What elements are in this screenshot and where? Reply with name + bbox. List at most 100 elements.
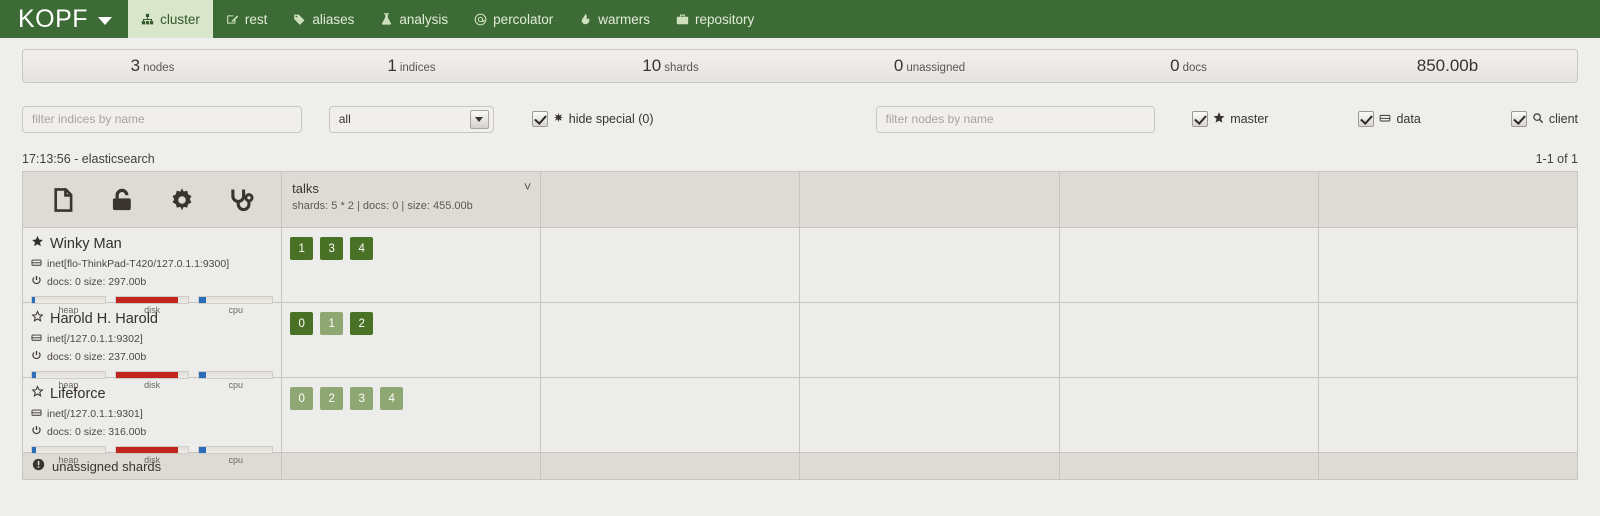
nav-tab-aliases[interactable]: aliases [280, 0, 367, 38]
power-icon[interactable] [31, 425, 42, 439]
pagination-label: 1-1 of 1 [1535, 152, 1578, 166]
index-filter-input[interactable] [22, 105, 302, 133]
database-icon [1379, 112, 1391, 127]
cluster-grid: talks shards: 5 * 2 | docs: 0 | size: 455… [21, 171, 1579, 480]
cluster-stat-docs: 0 docs [1059, 56, 1318, 76]
shard-box[interactable]: 3 [320, 237, 344, 260]
stat-value: 850.00b [1416, 56, 1479, 75]
nav-tab-rest[interactable]: rest [213, 0, 281, 38]
brand-label: KOPF [18, 4, 89, 33]
new-index-icon[interactable] [50, 187, 76, 213]
shard-box[interactable]: 4 [350, 237, 374, 260]
asterisk-icon [553, 112, 564, 126]
at-icon [474, 13, 487, 26]
hide-special-label: hide special (0) [568, 112, 654, 126]
data-label: data [1396, 112, 1421, 126]
empty-shards-cell [799, 377, 1060, 453]
empty-shards-cell [1058, 377, 1319, 453]
nav-tab-label: cluster [160, 11, 200, 27]
master-label: master [1230, 112, 1269, 126]
shard-box[interactable]: 1 [320, 312, 344, 335]
nav-tab-cluster[interactable]: cluster [128, 0, 213, 38]
empty-shards-cell [540, 302, 801, 378]
empty-index-header-cell [1058, 171, 1319, 228]
chevron-down-icon[interactable] [469, 109, 489, 129]
node-metric-cpu: cpu [198, 371, 274, 390]
stat-value: 1 [387, 56, 397, 75]
unassigned-empty-cell [1317, 452, 1579, 480]
node-name: Winky Man [50, 235, 122, 252]
node-filter-input[interactable] [875, 105, 1156, 133]
tag-icon [293, 13, 306, 26]
metric-label: cpu [228, 380, 244, 390]
client-label: client [1548, 112, 1578, 126]
empty-shards-cell [799, 227, 1060, 303]
nav-tab-label: warmers [598, 11, 650, 27]
hide-special-toggle[interactable]: hide special (0) [531, 111, 654, 127]
shard-box[interactable]: 0 [290, 312, 314, 335]
shard-box[interactable]: 2 [320, 387, 344, 410]
shard-box[interactable]: 0 [290, 387, 314, 410]
cluster-meta-row: 17:13:56 - elasticsearch 1-1 of 1 [22, 151, 1578, 167]
shard-box[interactable]: 4 [380, 387, 404, 410]
chevron-down-icon [98, 17, 113, 25]
cluster-stat-shards: 10 shards [541, 56, 800, 76]
chevron-down-icon[interactable]: ˅ [524, 180, 532, 193]
stat-value: 10 [642, 56, 662, 75]
hide-special-checkbox[interactable] [531, 111, 548, 127]
metric-label: cpu [228, 305, 244, 315]
empty-index-header-cell [799, 171, 1060, 228]
sitemap-icon [141, 13, 154, 26]
data-checkbox[interactable] [1358, 111, 1375, 127]
empty-shards-cell [1317, 227, 1579, 303]
client-checkbox[interactable] [1510, 111, 1527, 127]
database-icon [31, 407, 42, 421]
stethoscope-icon[interactable] [228, 187, 254, 213]
node-docs-size: docs: 0 size: 316.00b [47, 426, 147, 438]
brand-menu[interactable]: KOPF [0, 0, 128, 38]
nav-tab-label: repository [694, 11, 755, 27]
stat-label: shards [664, 62, 699, 74]
stat-label: indices [399, 62, 436, 74]
exclamation-circle-icon [32, 458, 45, 474]
nav-tab-analysis[interactable]: analysis [367, 0, 461, 38]
flask-icon [380, 12, 393, 26]
master-checkbox[interactable] [1192, 111, 1209, 127]
star-outline-icon [31, 310, 44, 328]
index-header-cell[interactable]: talks shards: 5 * 2 | docs: 0 | size: 455… [281, 171, 542, 228]
cluster-stat-indices: 1 indices [282, 56, 541, 76]
shard-box[interactable]: 1 [290, 237, 314, 260]
shard-box[interactable]: 2 [350, 312, 374, 335]
client-role-toggle[interactable]: client [1510, 111, 1578, 127]
nav-tab-label: aliases [312, 11, 355, 27]
nav-tab-label: analysis [399, 11, 449, 27]
node-index-shards-cell: 0234 [281, 377, 542, 453]
cluster-stat-nodes: 3 nodes [23, 56, 282, 76]
top-navbar: KOPF cluster rest aliases analysis percolato… [0, 0, 1600, 38]
fire-icon [579, 13, 592, 26]
index-name: talks [292, 181, 319, 196]
power-icon[interactable] [31, 350, 42, 364]
nav-tab-repository[interactable]: repository [663, 0, 767, 38]
power-icon[interactable] [31, 275, 42, 289]
gear-icon[interactable] [169, 187, 195, 213]
master-role-toggle[interactable]: master [1192, 111, 1268, 127]
unassigned-label: unassigned shards [52, 458, 162, 474]
unassigned-empty-cell [1058, 452, 1319, 480]
cluster-actions-cell [21, 171, 283, 228]
shard-box[interactable]: 3 [350, 387, 374, 410]
stat-label: docs [1182, 62, 1207, 74]
empty-shards-cell [540, 227, 801, 303]
data-role-toggle[interactable]: data [1358, 111, 1421, 127]
nav-tab-percolator[interactable]: percolator [461, 0, 566, 38]
unassigned-empty-cell [540, 452, 801, 480]
unlock-icon[interactable] [109, 187, 135, 213]
empty-shards-cell [1317, 377, 1579, 453]
node-metric-cpu: cpu [198, 446, 274, 465]
nav-tabs: cluster rest aliases analysis percolator warm… [128, 0, 767, 38]
node-transport-address: inet[flo-ThinkPad-T420/127.0.1.1:9300] [47, 258, 230, 270]
star-filled-icon [31, 235, 44, 253]
cluster-stat-size: 850.00b [1318, 56, 1577, 76]
nav-tab-warmers[interactable]: warmers [566, 0, 663, 38]
index-state-select[interactable]: all [328, 105, 494, 133]
